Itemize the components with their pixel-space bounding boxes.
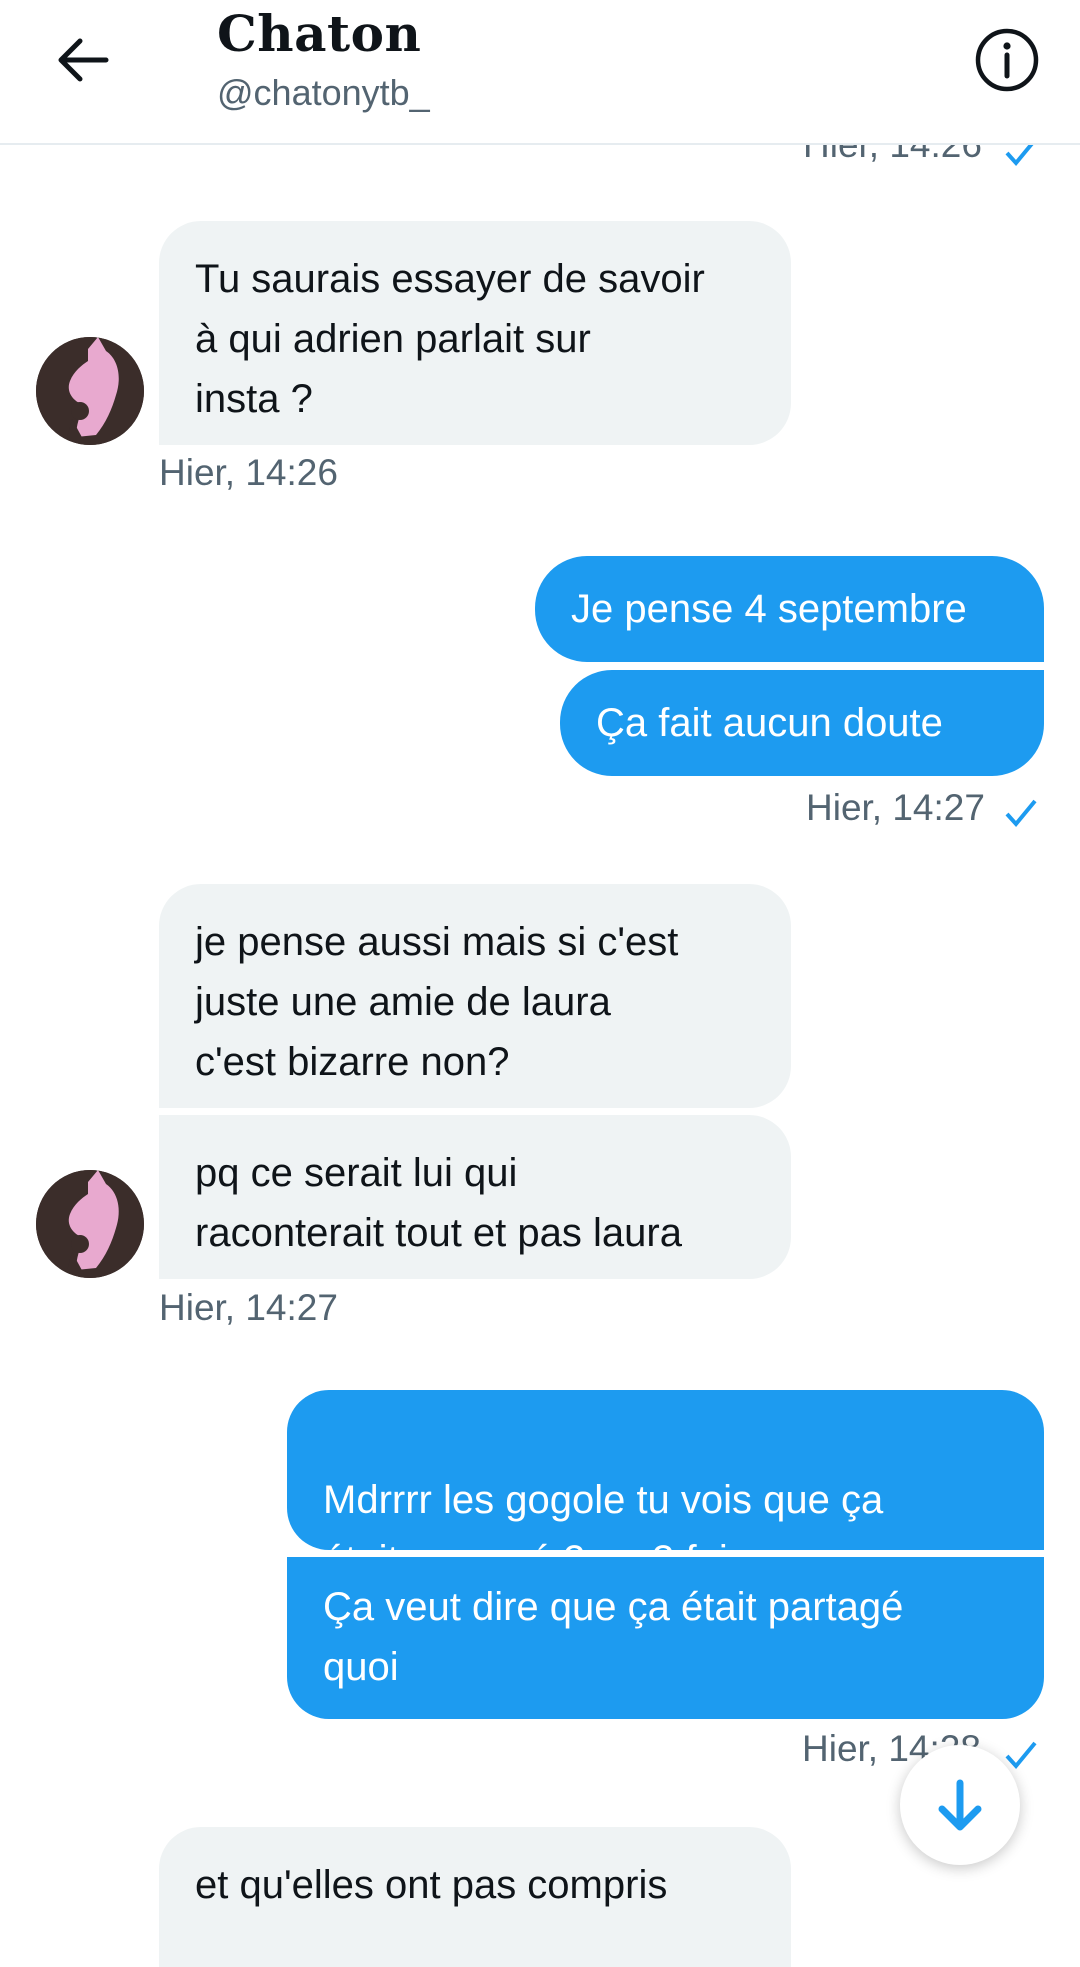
message-thread: Hier, 14:26 Tu saurais essayer de savoir… xyxy=(0,0,1080,1967)
conversation-title: Chaton xyxy=(217,4,422,63)
outgoing-message[interactable]: Ça fait aucun doute xyxy=(560,670,1044,776)
timestamp: Hier, 14:27 xyxy=(806,787,985,828)
outgoing-message[interactable]: Mdrrrr les gogole tu vois que ça était s… xyxy=(287,1390,1044,1699)
back-button[interactable] xyxy=(52,28,116,92)
incoming-message[interactable]: et qu'elles ont pas compris xyxy=(159,1827,791,1967)
arrow-left-icon xyxy=(58,38,109,82)
info-icon xyxy=(975,28,1039,92)
arrow-down-icon xyxy=(938,1779,982,1831)
timestamp: Hier, 14:27 xyxy=(159,1287,338,1328)
incoming-message[interactable]: pq ce serait lui qui raconterait tout et… xyxy=(159,1115,791,1279)
avatar[interactable] xyxy=(36,1170,144,1278)
conversation-handle: @chatonytb_ xyxy=(217,72,430,113)
scroll-to-bottom-button[interactable] xyxy=(900,1745,1020,1865)
outgoing-message[interactable]: Ça veut dire que ça était partagé quoi xyxy=(287,1557,1044,1719)
conversation-info-button[interactable] xyxy=(974,27,1040,93)
outgoing-message[interactable]: Je pense 4 septembre xyxy=(535,556,1044,662)
timestamp: Hier, 14:26 xyxy=(159,452,338,493)
cat-avatar-icon xyxy=(36,1170,144,1278)
sent-check-icon xyxy=(1005,799,1037,828)
conversation-header: Chaton @chatonytb_ xyxy=(0,0,1080,145)
incoming-message[interactable]: Tu saurais essayer de savoir à qui adrie… xyxy=(159,221,791,445)
cat-avatar-icon xyxy=(36,337,144,445)
incoming-message[interactable]: je pense aussi mais si c'est juste une a… xyxy=(159,884,791,1108)
avatar[interactable] xyxy=(36,337,144,445)
